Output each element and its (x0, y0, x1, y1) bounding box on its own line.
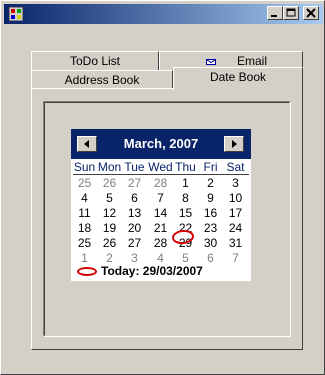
calendar-day[interactable]: 20 (122, 221, 147, 235)
today-link[interactable]: Today: 29/03/2007 (75, 264, 251, 280)
close-icon (306, 8, 316, 18)
app-window: ToDo List Email Address Book Date Book M… (0, 0, 325, 375)
calendar-day[interactable]: 4 (148, 251, 173, 265)
month-calendar[interactable]: March, 2007 Sun Mon Tue Wed Thu Fri Sat … (71, 129, 251, 281)
next-month-button[interactable] (224, 136, 244, 152)
calendar-day[interactable]: 19 (97, 221, 122, 235)
calendar-day[interactable]: 15 (173, 206, 198, 220)
maximize-icon (286, 8, 296, 17)
calendar-day[interactable]: 2 (97, 251, 122, 265)
calendar-day[interactable]: 8 (173, 191, 198, 205)
tab-todo-list[interactable]: ToDo List (31, 51, 159, 71)
calendar-day[interactable]: 4 (72, 191, 97, 205)
calendar-day[interactable]: 28 (148, 176, 173, 190)
calendar-day[interactable]: 11 (72, 206, 97, 220)
calendar-day[interactable]: 21 (148, 221, 173, 235)
calendar-day[interactable]: 14 (148, 206, 173, 220)
minimize-icon (271, 15, 277, 17)
maximize-button[interactable] (283, 6, 299, 20)
calendar-day[interactable]: 27 (122, 236, 147, 250)
right-arrow-icon (232, 140, 237, 148)
calendar-day[interactable]: 10 (223, 191, 248, 205)
calendar-day[interactable]: 7 (223, 251, 248, 265)
today-circle-icon (77, 267, 97, 276)
calendar-day[interactable]: 26 (97, 176, 122, 190)
calendar-day[interactable]: 12 (97, 206, 122, 220)
today-label: Today: 29/03/2007 (101, 264, 203, 278)
day-header-divider (73, 174, 249, 175)
day-of-week-fri: Fri (203, 160, 218, 174)
calendar-day[interactable]: 26 (97, 236, 122, 250)
close-button[interactable] (303, 6, 319, 20)
calendar-day[interactable]: 30 (198, 236, 223, 250)
calendar-day[interactable]: 6 (122, 191, 147, 205)
calendar-day[interactable]: 28 (148, 236, 173, 250)
calendar-header: March, 2007 (71, 129, 251, 159)
calendar-day[interactable]: 1 (72, 251, 97, 265)
calendar-day[interactable]: 5 (173, 251, 198, 265)
tab-label: Address Book (64, 73, 140, 87)
calendar-day[interactable]: 27 (122, 176, 147, 190)
day-of-week-mon: Mon (97, 160, 122, 174)
calendar-day[interactable]: 5 (97, 191, 122, 205)
tab-label: Date Book (209, 70, 267, 84)
tab-date-book[interactable]: Date Book (173, 67, 303, 90)
calendar-day[interactable]: 7 (148, 191, 173, 205)
minimize-button[interactable] (267, 6, 283, 20)
day-of-week-wed: Wed (148, 160, 173, 174)
day-of-week-sat: Sat (226, 160, 245, 174)
calendar-day[interactable]: 25 (72, 236, 97, 250)
calendar-day[interactable]: 24 (223, 221, 248, 235)
day-of-week-tue: Tue (124, 160, 145, 174)
calendar-day[interactable]: 13 (122, 206, 147, 220)
calendar-day[interactable]: 3 (223, 176, 248, 190)
calendar-day[interactable]: 2 (198, 176, 223, 190)
title-bar[interactable] (4, 4, 323, 24)
calendar-day[interactable]: 1 (173, 176, 198, 190)
calendar-day[interactable]: 6 (198, 251, 223, 265)
day-of-week-sun: Sun (73, 160, 96, 174)
calendar-day[interactable]: 17 (223, 206, 248, 220)
tab-label: ToDo List (69, 54, 121, 68)
tab-address-book[interactable]: Address Book (31, 70, 173, 90)
day-of-week-thu: Thu (175, 160, 196, 174)
calendar-day[interactable]: 31 (223, 236, 248, 250)
calendar-day[interactable]: 16 (198, 206, 223, 220)
calendar-day[interactable]: 18 (72, 221, 97, 235)
calendar-day[interactable]: 9 (198, 191, 223, 205)
calendar-day[interactable]: 23 (198, 221, 223, 235)
tab-label: Email (236, 54, 267, 68)
calendar-day[interactable]: 3 (122, 251, 147, 265)
app-icon (9, 7, 23, 21)
calendar-day[interactable]: 25 (72, 176, 97, 190)
